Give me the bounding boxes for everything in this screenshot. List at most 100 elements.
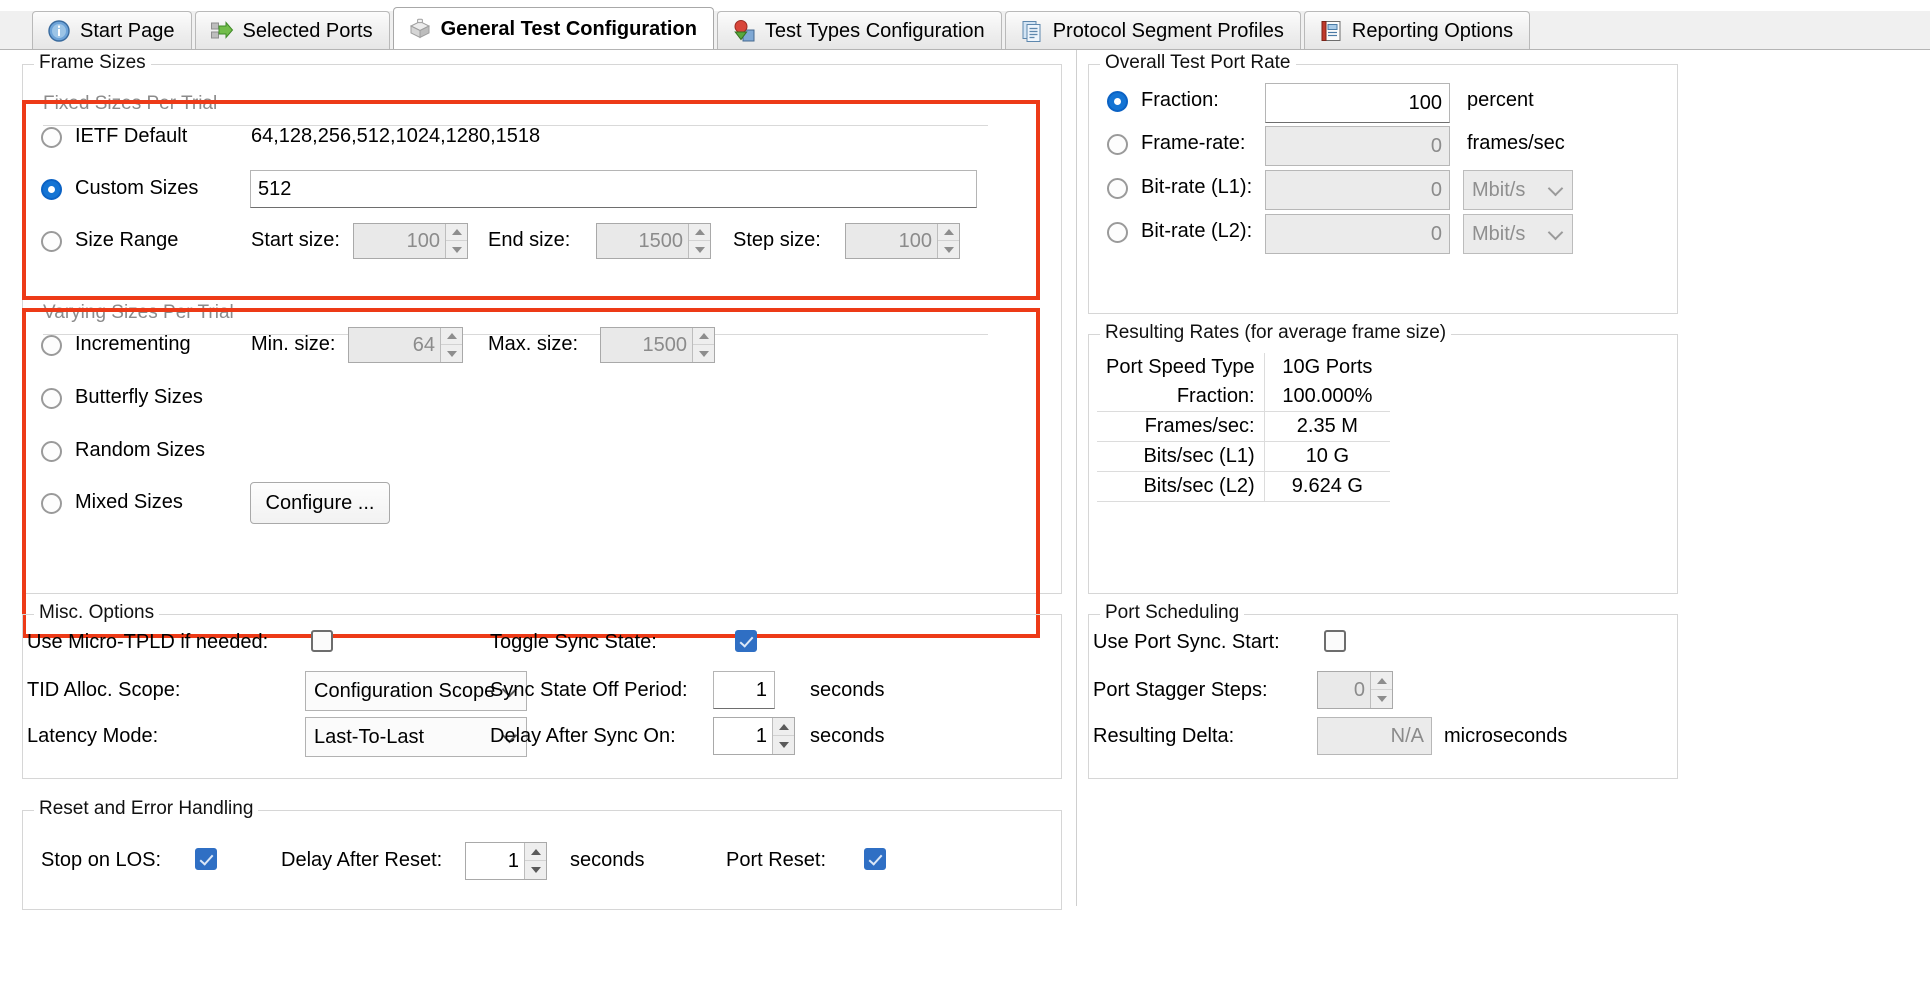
min-size-stepper[interactable]: 64 <box>348 327 463 363</box>
radio-random-sizes[interactable] <box>41 441 62 462</box>
tab-start-page[interactable]: Start Page <box>32 11 192 49</box>
label-start-size: Start size: <box>251 229 340 251</box>
radio-frame-rate[interactable] <box>1107 134 1128 155</box>
delay-after-reset-stepper[interactable]: 1 <box>465 842 547 880</box>
overall-test-port-rate-group: Overall Test Port Rate Fraction: 100 per… <box>1088 52 1678 314</box>
port-stagger-steps-stepper[interactable]: 0 <box>1317 671 1393 709</box>
fixed-sizes-subhead: Fixed Sizes Per Trial <box>43 93 218 114</box>
min-size-increment[interactable] <box>441 328 462 345</box>
row-value: 10G Ports <box>1263 353 1391 382</box>
tab-general-test-configuration[interactable]: General Test Configuration <box>392 7 714 49</box>
delay-after-reset-decrement[interactable] <box>525 861 546 879</box>
label-custom-sizes: Custom Sizes <box>75 177 199 199</box>
label-ietf-default: IETF Default <box>75 125 188 147</box>
checkbox-stop-on-los[interactable] <box>195 848 217 870</box>
max-size-spin-buttons[interactable] <box>692 328 714 362</box>
step-size-stepper[interactable]: 100 <box>845 223 960 259</box>
label-stop-on-los: Stop on LOS: <box>41 849 162 871</box>
label-step-size: Step size: <box>733 229 821 251</box>
bit-rate-l1-unit-select[interactable]: Mbit/s <box>1463 170 1573 210</box>
end-size-stepper[interactable]: 1500 <box>596 223 711 259</box>
port-stagger-increment[interactable] <box>1371 672 1392 690</box>
radio-size-range[interactable] <box>41 231 62 252</box>
arrow-up-icon <box>1376 677 1387 684</box>
tab-reporting-options[interactable]: Reporting Options <box>1303 11 1531 49</box>
min-size-spin-buttons[interactable] <box>440 328 462 362</box>
documents-icon <box>1020 19 1044 43</box>
label-mixed-sizes: Mixed Sizes <box>75 491 183 513</box>
row-value: 10 G <box>1263 441 1391 472</box>
tab-label: Start Page <box>80 19 175 42</box>
resulting-rates-table: Port Speed Type 10G Ports Fraction: 100.… <box>1097 353 1391 502</box>
radio-fraction[interactable] <box>1107 91 1128 112</box>
arrow-down-icon <box>446 350 457 357</box>
custom-sizes-input[interactable]: 512 <box>250 170 977 208</box>
sync-state-off-period-input[interactable]: 1 <box>713 671 775 709</box>
cube-icon <box>408 17 432 41</box>
end-size-spin-buttons[interactable] <box>688 224 710 258</box>
label-delay-after-sync-on: Delay After Sync On: <box>490 725 676 747</box>
tab-selected-ports[interactable]: Selected Ports <box>194 11 390 49</box>
radio-butterfly-sizes[interactable] <box>41 388 62 409</box>
arrow-down-icon <box>943 246 954 253</box>
bit-rate-l1-input[interactable]: 0 <box>1265 170 1450 210</box>
max-size-value: 1500 <box>642 333 688 356</box>
arrow-up-icon <box>943 229 954 235</box>
table-row: Port Speed Type 10G Ports <box>1097 353 1391 382</box>
frame-rate-input[interactable]: 0 <box>1265 126 1450 166</box>
label-fraction: Fraction: <box>1141 89 1219 111</box>
bit-rate-l2-unit-select[interactable]: Mbit/s <box>1463 214 1573 254</box>
tab-protocol-segment-profiles[interactable]: Protocol Segment Profiles <box>1004 11 1301 49</box>
radio-mixed-sizes[interactable] <box>41 493 62 514</box>
arrow-up-icon <box>530 848 541 855</box>
delay-after-reset-spin-buttons[interactable] <box>524 843 546 879</box>
min-size-decrement[interactable] <box>441 345 462 362</box>
start-size-increment[interactable] <box>446 224 467 241</box>
label-use-micro-tpld: Use Micro-TPLD if needed: <box>27 631 269 653</box>
frame-sizes-group: Frame Sizes Fixed Sizes Per Trial IETF D… <box>22 52 1062 594</box>
start-size-decrement[interactable] <box>446 241 467 258</box>
row-key: Port Speed Type <box>1106 356 1255 378</box>
radio-bit-rate-l1[interactable] <box>1107 178 1128 199</box>
label-bit-rate-l1: Bit-rate (L1): <box>1141 176 1253 198</box>
arrow-down-icon <box>451 246 462 253</box>
end-size-increment[interactable] <box>689 224 710 241</box>
step-size-increment[interactable] <box>938 224 959 241</box>
left-column: Frame Sizes Fixed Sizes Per Trial IETF D… <box>0 50 1077 910</box>
radio-ietf-default[interactable] <box>41 127 62 148</box>
row-key: Bits/sec (L2) <box>1097 471 1265 502</box>
configure-mixed-sizes-button[interactable]: Configure ... <box>250 482 390 524</box>
tab-test-types-configuration[interactable]: Test Types Configuration <box>716 11 1002 49</box>
delay-after-sync-on-stepper[interactable]: 1 <box>713 717 795 755</box>
bit-rate-l2-input[interactable]: 0 <box>1265 214 1450 254</box>
radio-custom-sizes[interactable] <box>41 179 62 200</box>
notebook-icon <box>1319 19 1343 43</box>
max-size-decrement[interactable] <box>693 345 714 362</box>
checkbox-toggle-sync-state[interactable] <box>735 630 757 652</box>
row-value: 100.000% <box>1263 382 1391 412</box>
end-size-decrement[interactable] <box>689 241 710 258</box>
max-size-increment[interactable] <box>693 328 714 345</box>
table-row: Bits/sec (L1) 10 G <box>1097 441 1391 472</box>
port-stagger-decrement[interactable] <box>1371 690 1392 708</box>
delay-after-sync-increment[interactable] <box>773 718 794 736</box>
radio-bit-rate-l2[interactable] <box>1107 222 1128 243</box>
checkbox-use-micro-tpld[interactable] <box>311 630 333 652</box>
start-size-spin-buttons[interactable] <box>445 224 467 258</box>
step-size-decrement[interactable] <box>938 241 959 258</box>
port-stagger-spin-buttons[interactable] <box>1370 672 1392 708</box>
label-frame-rate: Frame-rate: <box>1141 132 1246 154</box>
tab-label: Protocol Segment Profiles <box>1052 19 1284 42</box>
checkbox-use-port-sync-start[interactable] <box>1324 630 1346 652</box>
radio-incrementing[interactable] <box>41 335 62 356</box>
chevron-down-icon <box>1547 224 1564 241</box>
varying-sizes-subhead: Varying Sizes Per Trial <box>43 302 234 323</box>
delay-after-reset-increment[interactable] <box>525 843 546 861</box>
step-size-spin-buttons[interactable] <box>937 224 959 258</box>
fraction-input[interactable]: 100 <box>1265 83 1450 123</box>
checkbox-port-reset[interactable] <box>864 848 886 870</box>
max-size-stepper[interactable]: 1500 <box>600 327 715 363</box>
delay-after-sync-spin-buttons[interactable] <box>772 718 794 754</box>
delay-after-sync-decrement[interactable] <box>773 736 794 754</box>
start-size-stepper[interactable]: 100 <box>353 223 468 259</box>
